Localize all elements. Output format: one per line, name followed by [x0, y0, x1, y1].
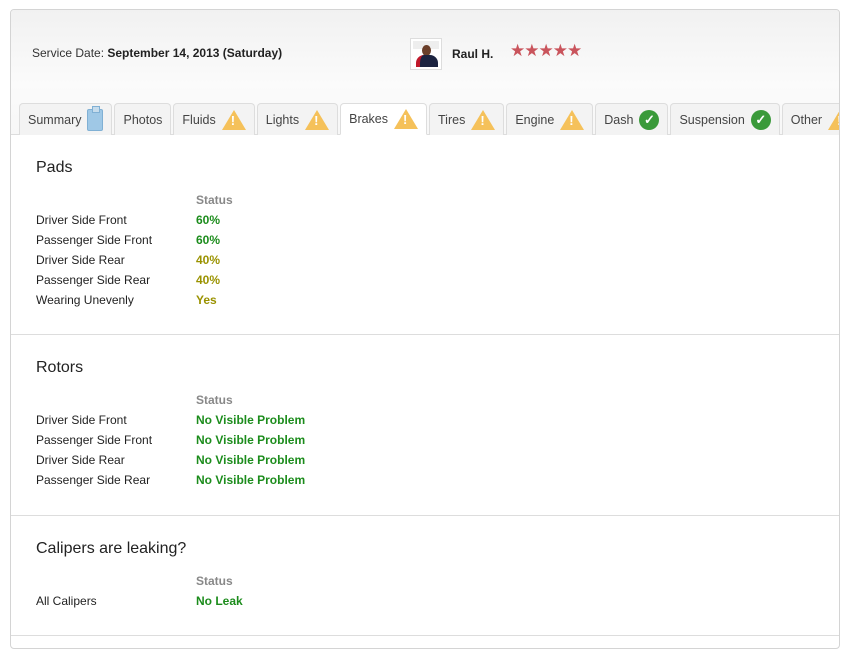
section-title: Calipers are leaking? [36, 540, 187, 557]
brakes-content: Pads Status Driver Side Front 60% Passenger… [11, 135, 839, 636]
inspection-row: Passenger Side Rear 40% [36, 270, 839, 290]
inspection-row: Passenger Side Rear No Visible Problem [36, 470, 839, 490]
item-status: 40% [196, 273, 221, 287]
tab-label: Brakes [349, 112, 389, 126]
status-header-row: Status [36, 390, 839, 410]
item-status: No Visible Problem [196, 473, 306, 487]
item-status: 60% [196, 213, 221, 227]
tab-label: Suspension [679, 112, 745, 127]
tab-label: Dash [604, 112, 634, 127]
warning-icon [305, 109, 330, 130]
warning-icon [560, 109, 585, 130]
inspection-row: Passenger Side Front No Visible Problem [36, 430, 839, 450]
item-label: Passenger Side Front [36, 233, 153, 247]
tab-label: Tires [438, 112, 466, 127]
tab-bar: Summary Photos Fluids Lights Brakes Tires Engi… [19, 103, 839, 135]
inspection-row: All Calipers No Leak [36, 591, 839, 611]
tab-lights[interactable]: Lights [256, 103, 339, 135]
status-column-header: Status [196, 574, 233, 588]
check-icon: ✓ [750, 109, 771, 130]
clipboard-icon [87, 105, 104, 131]
item-status: 40% [196, 253, 221, 267]
technician-name: Raul H. [452, 47, 494, 61]
status-column-header: Status [196, 193, 233, 207]
status-header-row: Status [36, 571, 839, 591]
inspection-row: Passenger Side Front 60% [36, 230, 839, 250]
check-icon: ✓ [639, 109, 660, 130]
service-date: Service Date: September 14, 2013 (Saturd… [32, 46, 282, 60]
item-label: Wearing Unevenly [36, 293, 134, 307]
warning-icon [828, 109, 839, 130]
item-status: No Visible Problem [196, 433, 306, 447]
tab-other[interactable]: Other [781, 103, 839, 135]
item-label: Driver Side Rear [36, 253, 125, 267]
item-status: No Leak [196, 594, 243, 608]
tab-suspension[interactable]: Suspension ✓ [670, 103, 780, 135]
tab-brakes[interactable]: Brakes [340, 103, 428, 135]
service-date-label: Service Date: [32, 46, 105, 60]
item-label: Driver Side Front [36, 413, 127, 427]
item-label: Passenger Side Rear [36, 273, 151, 287]
item-label: All Calipers [36, 594, 97, 608]
service-date-value: September 14, 2013 (Saturday) [107, 46, 283, 60]
tab-photos[interactable]: Photos [114, 103, 172, 135]
inspection-row: Driver Side Front 60% [36, 210, 839, 230]
inspection-row: Driver Side Front No Visible Problem [36, 410, 839, 430]
warning-icon [221, 109, 246, 130]
status-column-header: Status [196, 393, 233, 407]
report-header: Service Date: September 14, 2013 (Saturd… [11, 10, 839, 135]
section-rotors: Rotors Status Driver Side Front No Visible… [11, 335, 839, 516]
service-report-panel: Service Date: September 14, 2013 (Saturd… [10, 9, 840, 649]
section-title: Rotors [36, 359, 84, 376]
tab-summary[interactable]: Summary [19, 103, 113, 135]
tab-label: Lights [265, 112, 300, 127]
item-status: No Visible Problem [196, 413, 306, 427]
tab-label: Fluids [182, 112, 216, 127]
section-calipers: Calipers are leaking? Status All Calipers… [11, 516, 839, 636]
inspection-row: Driver Side Rear 40% [36, 250, 839, 270]
tab-label: Photos [123, 112, 163, 127]
item-label: Passenger Side Rear [36, 473, 151, 487]
item-label: Driver Side Front [36, 213, 127, 227]
tab-engine[interactable]: Engine [506, 103, 594, 135]
tab-fluids[interactable]: Fluids [173, 103, 255, 135]
item-status: No Visible Problem [196, 453, 306, 467]
warning-icon [394, 109, 419, 129]
item-label: Passenger Side Front [36, 433, 153, 447]
section-pads: Pads Status Driver Side Front 60% Passenger… [11, 135, 839, 335]
inspection-row: Wearing Unevenly Yes [36, 290, 839, 310]
warning-icon [471, 109, 496, 130]
tab-tires[interactable]: Tires [429, 103, 505, 135]
item-status: Yes [196, 293, 217, 307]
tab-label: Summary [28, 112, 82, 127]
tab-dash[interactable]: Dash ✓ [595, 103, 669, 135]
inspection-row: Driver Side Rear No Visible Problem [36, 450, 839, 470]
rating-stars: ★★★★★ [510, 41, 582, 60]
technician-avatar [410, 38, 442, 70]
item-label: Driver Side Rear [36, 453, 125, 467]
section-title: Pads [36, 159, 73, 176]
tab-label: Other [790, 112, 823, 127]
status-header-row: Status [36, 190, 839, 210]
item-status: 60% [196, 233, 221, 247]
tab-label: Engine [515, 112, 555, 127]
